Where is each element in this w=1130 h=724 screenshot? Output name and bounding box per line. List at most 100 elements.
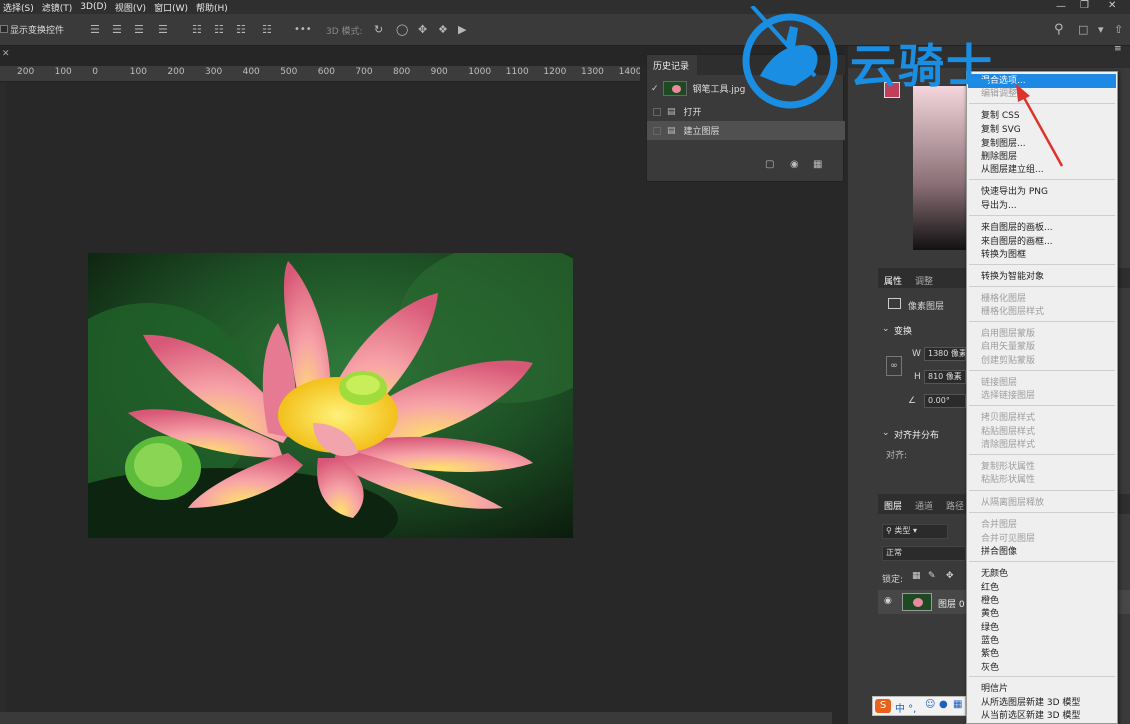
- tab-layers[interactable]: 图层: [884, 499, 902, 512]
- keyboard-icon[interactable]: ▦: [953, 699, 962, 710]
- context-menu-item: 栅格化图层样式: [981, 307, 1045, 317]
- menu-separator: [969, 676, 1115, 677]
- distribute-icon[interactable]: ☰: [158, 22, 168, 38]
- history-row-checkbox[interactable]: [653, 126, 661, 135]
- mode-3d-label: 3D 模式:: [326, 27, 363, 37]
- restore-icon[interactable]: ❐: [1080, 0, 1089, 11]
- context-menu-item[interactable]: 绿色: [981, 622, 999, 635]
- close-window-icon[interactable]: ✕: [1108, 0, 1116, 11]
- context-menu-item: 合并图层: [981, 520, 1018, 530]
- align-top-icon[interactable]: ☷: [192, 22, 202, 38]
- filter-kind-select[interactable]: ⚲ 类型 ▾: [882, 524, 948, 539]
- context-menu-item[interactable]: 紫色: [981, 648, 999, 661]
- transform-chevron-icon[interactable]: ⌄: [882, 324, 890, 334]
- more-options-icon[interactable]: •••: [294, 22, 312, 38]
- camera-3d-icon[interactable]: ▶: [458, 22, 466, 38]
- ime-logo-icon[interactable]: S: [875, 699, 891, 713]
- camera-icon[interactable]: ◉: [790, 159, 799, 170]
- menu-3d[interactable]: 3D(D): [77, 2, 112, 12]
- context-menu-item[interactable]: 黄色: [981, 608, 999, 621]
- slide-3d-icon[interactable]: ❖: [438, 22, 448, 38]
- angle-field[interactable]: 0.00°: [924, 394, 966, 408]
- align-section-title[interactable]: 对齐并分布: [894, 428, 939, 441]
- history-row-checkbox[interactable]: [653, 107, 661, 116]
- close-tab-icon[interactable]: ✕: [2, 49, 10, 59]
- vertical-ruler[interactable]: [0, 82, 6, 714]
- context-menu-item: 创建剪贴蒙版: [981, 356, 1036, 366]
- orbit-3d-icon[interactable]: ↻: [374, 22, 383, 38]
- lock-move-icon[interactable]: ✥: [946, 571, 954, 581]
- filter-kind-label: 类型: [894, 526, 911, 535]
- panel-menu-icon[interactable]: ≡: [1114, 44, 1122, 54]
- context-menu-item: 链接图层: [981, 378, 1018, 388]
- search-icon[interactable]: ⚲: [1054, 22, 1064, 38]
- context-menu-item[interactable]: 拼合图像: [981, 546, 1017, 559]
- history-brush-icon: ✓: [651, 83, 659, 94]
- menu-view[interactable]: 视图(V): [112, 1, 151, 14]
- tab-properties[interactable]: 属性: [884, 274, 902, 287]
- history-row-new-layer[interactable]: ▤ 建立图层: [647, 121, 845, 140]
- pan-3d-icon[interactable]: ✥: [418, 22, 427, 38]
- tab-channels[interactable]: 通道: [915, 499, 933, 512]
- height-field[interactable]: 810 像素: [924, 370, 966, 384]
- context-menu-item[interactable]: 蓝色: [981, 635, 999, 648]
- align-middle-icon[interactable]: ☷: [214, 22, 224, 38]
- menu-help[interactable]: 帮助(H): [193, 1, 233, 14]
- transform-section-title[interactable]: 变换: [894, 324, 912, 337]
- align-right-icon[interactable]: ☰: [134, 22, 144, 38]
- ruler-tick-label: 1000: [468, 67, 492, 77]
- context-menu-item[interactable]: 灰色: [981, 662, 999, 675]
- context-menu-item[interactable]: 来自图层的画框...: [981, 236, 1053, 249]
- horizontal-ruler[interactable]: 200 100 0 100 200 300 400 500 600 700 800 900 1000 11…: [0, 66, 640, 82]
- eye-icon[interactable]: ◉: [884, 596, 892, 606]
- tab-paths[interactable]: 路径: [946, 499, 964, 512]
- context-menu-item[interactable]: 从所选图层新建 3D 模型: [981, 697, 1080, 710]
- distribute-v-icon[interactable]: ☷: [262, 22, 272, 38]
- lock-brush-icon[interactable]: ✎: [928, 571, 936, 581]
- context-menu-item: 启用矢量蒙版: [981, 342, 1036, 352]
- layer-name[interactable]: 图层 0: [938, 597, 965, 610]
- pixel-layer-label: 像素图层: [908, 302, 945, 312]
- context-menu-item[interactable]: 橙色: [981, 595, 999, 608]
- new-document-icon[interactable]: ▢: [765, 159, 774, 170]
- snapshot-label: 钢笔工具.jpg: [692, 85, 746, 95]
- emoji-icon[interactable]: ☺: [925, 699, 935, 710]
- menu-separator: [969, 215, 1115, 216]
- context-menu-item[interactable]: 红色: [981, 582, 999, 595]
- minimize-icon[interactable]: —: [1056, 1, 1066, 12]
- menu-window[interactable]: 窗口(W): [151, 1, 193, 14]
- trash-icon[interactable]: ▦: [813, 159, 822, 170]
- tab-adjustments[interactable]: 调整: [915, 274, 933, 287]
- roll-3d-icon[interactable]: ◯: [396, 22, 408, 38]
- align-chevron-icon[interactable]: ⌄: [882, 428, 890, 438]
- blend-mode-select[interactable]: 正常: [882, 546, 966, 561]
- show-transform-checkbox[interactable]: [0, 25, 8, 33]
- context-menu-item[interactable]: 无颜色: [981, 568, 1008, 581]
- menu-filter[interactable]: 滤镜(T): [39, 1, 78, 14]
- pixel-layer-icon: [888, 298, 901, 309]
- color-field[interactable]: [913, 86, 967, 250]
- context-menu-item[interactable]: 转换为图框: [981, 249, 1026, 262]
- context-menu-item[interactable]: 导出为...: [981, 200, 1017, 213]
- chevron-down-icon[interactable]: ▾: [1098, 22, 1104, 38]
- context-menu-item: 选择链接图层: [981, 391, 1036, 401]
- workspace-icon[interactable]: □: [1078, 22, 1088, 38]
- menu-separator: [969, 490, 1115, 491]
- menu-select[interactable]: 选择(S): [0, 1, 39, 14]
- lock-pixels-icon[interactable]: ▦: [912, 571, 921, 581]
- context-menu-item[interactable]: 来自图层的画板...: [981, 222, 1053, 235]
- history-tab[interactable]: 历史记录: [653, 59, 689, 72]
- context-menu-item[interactable]: 从当前选区新建 3D 模型: [981, 710, 1080, 723]
- context-menu-item[interactable]: 转换为智能对象: [981, 271, 1044, 284]
- link-icon[interactable]: ∞: [886, 356, 902, 376]
- share-icon[interactable]: ⇧: [1114, 22, 1123, 38]
- context-menu-item[interactable]: 快速导出为 PNG: [981, 186, 1048, 199]
- ime-mode-label[interactable]: 中 °,: [895, 700, 916, 715]
- context-menu-item[interactable]: 明信片: [981, 683, 1008, 696]
- ruler-tick-label: 1100: [505, 67, 529, 77]
- align-center-icon[interactable]: ☰: [112, 22, 122, 38]
- width-field[interactable]: 1380 像素: [924, 347, 966, 361]
- align-left-icon[interactable]: ☰: [90, 22, 100, 38]
- microphone-icon[interactable]: ●: [939, 699, 948, 710]
- align-bottom-icon[interactable]: ☷: [236, 22, 246, 38]
